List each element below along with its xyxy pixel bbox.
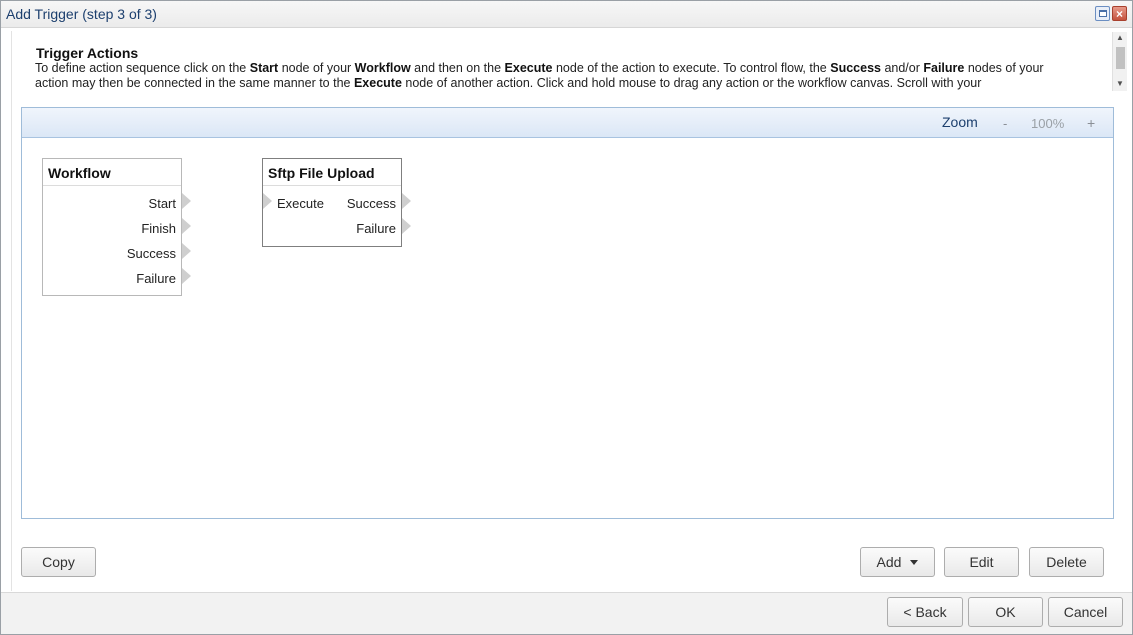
- zoom-label: Zoom: [942, 114, 978, 130]
- workflow-failure-port-icon[interactable]: [182, 268, 191, 284]
- node-divider: [43, 185, 181, 186]
- sftp-failure-port-icon[interactable]: [402, 218, 411, 234]
- scroll-thumb[interactable]: [1116, 47, 1125, 69]
- copy-button[interactable]: Copy: [21, 547, 96, 577]
- instructions-run: node of the action to execute. To contro…: [552, 61, 831, 75]
- add-button-label: Add: [876, 554, 902, 570]
- add-trigger-dialog: Add Trigger (step 3 of 3) × Trigger Acti…: [0, 0, 1133, 635]
- edit-button[interactable]: Edit: [944, 547, 1019, 577]
- zoom-toolbar: Zoom - 100% +: [22, 108, 1113, 138]
- workflow-canvas[interactable]: Zoom - 100% + Workflow Start Finish Succ…: [21, 107, 1114, 519]
- instructions-run: node of your: [278, 61, 355, 75]
- caret-down-icon: [910, 559, 919, 565]
- instructions-run: and then on the: [410, 61, 505, 75]
- sftp-upload-node[interactable]: Sftp File Upload Execute Success Failure: [262, 158, 402, 247]
- cancel-button[interactable]: Cancel: [1048, 597, 1123, 627]
- scroll-down-icon[interactable]: ▼: [1116, 80, 1124, 88]
- instructions-emphasis: Execute: [504, 61, 553, 75]
- workflow-success-port-icon[interactable]: [182, 243, 191, 259]
- zoom-in-button[interactable]: +: [1087, 115, 1095, 131]
- dialog-title: Add Trigger (step 3 of 3): [6, 6, 157, 22]
- instructions-area: Trigger Actions To define action sequenc…: [32, 32, 1127, 91]
- maximize-icon: [1098, 10, 1107, 17]
- sftp-port-execute-label: Execute: [277, 196, 324, 211]
- workflow-port-failure-label: Failure: [136, 271, 176, 286]
- instructions-scrollbar[interactable]: ▲ ▼: [1112, 32, 1127, 91]
- dialog-footer: < Back OK Cancel: [1, 592, 1132, 634]
- instructions-text: To define action sequence click on the S…: [35, 61, 1075, 91]
- sftp-success-port-icon[interactable]: [402, 193, 411, 209]
- instructions-emphasis: Execute: [353, 76, 402, 90]
- instructions-run: To define action sequence click on the: [35, 61, 250, 75]
- instructions-emphasis: Workflow: [354, 61, 411, 75]
- sftp-node-title: Sftp File Upload: [268, 165, 375, 181]
- workflow-node-title: Workflow: [48, 165, 111, 181]
- maximize-button[interactable]: [1095, 6, 1110, 21]
- zoom-out-button[interactable]: -: [1003, 116, 1007, 131]
- back-button[interactable]: < Back: [887, 597, 963, 627]
- workflow-start-port-icon[interactable]: [182, 193, 191, 209]
- zoom-level: 100%: [1031, 116, 1065, 131]
- instructions-run: node of another action. Click and hold m…: [401, 76, 982, 90]
- add-dropdown-button[interactable]: Add: [860, 547, 935, 577]
- section-title: Trigger Actions: [36, 45, 139, 61]
- close-icon: ×: [1115, 6, 1123, 21]
- close-button[interactable]: ×: [1112, 6, 1127, 21]
- workflow-port-finish-label: Finish: [141, 221, 176, 236]
- title-bar[interactable]: Add Trigger (step 3 of 3) ×: [1, 1, 1132, 28]
- instructions-emphasis: Success: [830, 61, 881, 75]
- instructions-emphasis: Start: [249, 61, 279, 75]
- sftp-port-success-label: Success: [346, 196, 396, 211]
- instructions-emphasis: Failure: [923, 61, 965, 75]
- instructions-run: and/or: [880, 61, 924, 75]
- workflow-port-start-label: Start: [148, 196, 176, 211]
- workflow-port-success-label: Success: [126, 246, 176, 261]
- workflow-node[interactable]: Workflow Start Finish Success Failure: [42, 158, 182, 296]
- node-divider: [263, 185, 401, 186]
- sftp-port-failure-label: Failure: [356, 221, 396, 236]
- delete-button[interactable]: Delete: [1029, 547, 1104, 577]
- workflow-finish-port-icon[interactable]: [182, 218, 191, 234]
- sftp-execute-port-icon[interactable]: [263, 193, 272, 209]
- scroll-up-icon[interactable]: ▲: [1116, 34, 1124, 42]
- ok-button[interactable]: OK: [968, 597, 1043, 627]
